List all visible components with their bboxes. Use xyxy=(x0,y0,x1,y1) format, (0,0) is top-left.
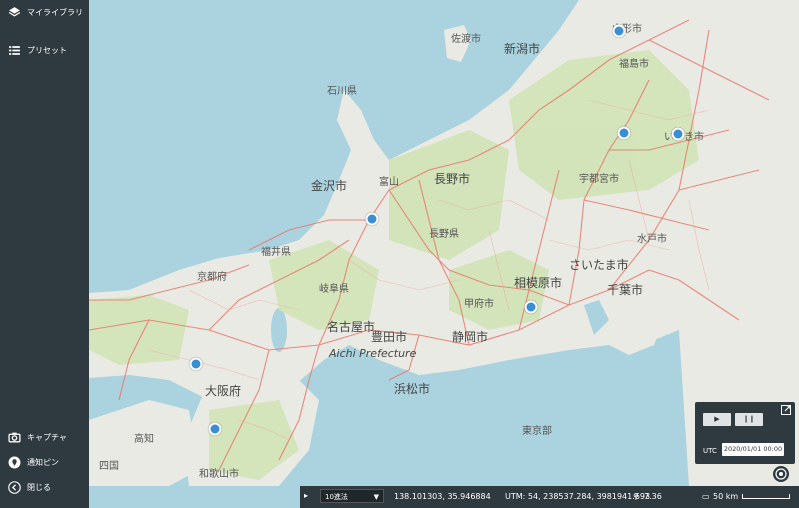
map-label: 四国 xyxy=(99,461,119,472)
map-label: 甲府市 xyxy=(464,299,494,310)
map-label: 名古屋市 xyxy=(327,320,376,334)
camera-icon xyxy=(8,432,21,443)
time-panel: ▶ ❙❙ UTC 2020/01/01 00:00 xyxy=(695,402,795,464)
map-pin[interactable] xyxy=(671,127,685,141)
map-label: さいたま市 xyxy=(569,258,629,272)
status-bar: ▸ 10進法 ▼ 138.101303, 35.946884 UTM: 54, … xyxy=(300,486,799,508)
sidebar-item-label: 閉じる xyxy=(27,483,51,492)
sidebar-item-presets[interactable]: プリセット xyxy=(8,44,67,57)
pause-button[interactable]: ❙❙ xyxy=(735,413,763,426)
map-label: 岐阜県 xyxy=(319,284,349,295)
map-label: 千葉市 xyxy=(607,283,644,297)
search-icon: ⚲ xyxy=(633,492,639,501)
chevron-left-icon xyxy=(8,481,21,494)
map-label: 東京部 xyxy=(522,426,552,437)
map-label: 京都府 xyxy=(197,272,227,283)
map-label: 高知 xyxy=(134,434,154,445)
map-canvas[interactable]: 山形市 新潟市 福島市 佐渡市 石川県 長野市 金沢市 富山 長野県 さいたま市… xyxy=(89,0,799,486)
play-button[interactable]: ▶ xyxy=(703,413,731,426)
map-pin[interactable] xyxy=(189,357,203,371)
sidebar-item-my-library[interactable]: マイライブラリ xyxy=(8,6,83,19)
coord-system-select[interactable]: 10進法 ▼ xyxy=(320,489,384,503)
map-pin[interactable] xyxy=(365,212,379,226)
map-label: 宇都宮市 xyxy=(579,174,619,185)
map-pin[interactable] xyxy=(524,300,538,314)
sidebar-item-capture[interactable]: キャプチャ xyxy=(8,431,67,444)
map-label: 佐渡市 xyxy=(451,34,481,45)
sidebar-item-notification-pins[interactable]: 通知ピン xyxy=(8,456,59,469)
locate-button[interactable] xyxy=(773,466,789,482)
coord-system-value: 10進法 xyxy=(325,493,348,501)
scale-label: 50 km xyxy=(713,492,739,501)
sidebar-item-label: マイライブラリ xyxy=(27,8,83,17)
map-pin[interactable] xyxy=(617,126,631,140)
scale-icon: ▭ xyxy=(702,492,710,501)
map-label: 和歌山市 xyxy=(199,469,239,480)
map-label: 静岡市 xyxy=(452,330,489,344)
target-icon xyxy=(775,468,787,480)
expand-icon[interactable] xyxy=(781,405,791,415)
coordinates-readout: 138.101303, 35.946884 xyxy=(394,492,491,501)
pin-icon xyxy=(8,456,21,469)
map-label: 長野市 xyxy=(434,172,471,186)
scale-bar xyxy=(742,494,790,499)
sidebar-item-close[interactable]: 閉じる xyxy=(8,481,51,494)
play-icon: ▶ xyxy=(714,415,720,423)
map-label: 富山 xyxy=(379,177,399,188)
utc-label: UTC xyxy=(703,447,717,455)
map-label: 福島市 xyxy=(619,59,649,70)
map-label: 石川県 xyxy=(327,86,357,97)
map-label: 豊田市 xyxy=(371,330,408,344)
zoom-level: 7.36 xyxy=(644,492,662,501)
lake-biwa xyxy=(271,308,287,352)
sidebar: マイライブラリ プリセット キャプチャ 通知ピン 閉じる xyxy=(0,0,89,508)
map-label: 大阪府 xyxy=(205,384,242,398)
layers-icon xyxy=(8,7,21,17)
chevron-down-icon: ▼ xyxy=(373,493,379,501)
map-pin[interactable] xyxy=(208,422,222,436)
map-tiles xyxy=(89,0,799,486)
sidebar-item-label: 通知ピン xyxy=(27,458,59,467)
utm-readout: UTM: 54, 238537.284, 3981941.693 xyxy=(505,492,651,501)
map-label: 浜松市 xyxy=(394,382,431,396)
sidebar-item-label: キャプチャ xyxy=(27,433,67,442)
map-label: 相模原市 xyxy=(514,276,563,290)
sidebar-item-label: プリセット xyxy=(27,46,67,55)
list-icon xyxy=(9,46,20,55)
map-label: 金沢市 xyxy=(311,179,348,193)
map-label: 福井県 xyxy=(261,247,291,258)
map-label: 新潟市 xyxy=(504,42,541,56)
pause-icon: ❙❙ xyxy=(743,415,755,423)
map-pin[interactable] xyxy=(612,24,626,38)
map-label: 長野県 xyxy=(429,229,459,240)
map-label: Aichi Prefecture xyxy=(329,347,417,360)
utc-datetime-input[interactable]: 2020/01/01 00:00 xyxy=(722,443,784,456)
chevron-right-icon[interactable]: ▸ xyxy=(304,491,308,500)
map-label: 水戸市 xyxy=(637,234,667,245)
